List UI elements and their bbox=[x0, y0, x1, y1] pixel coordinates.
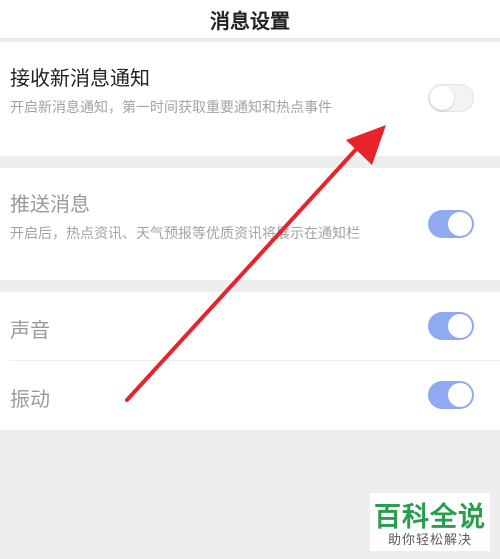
vibrate-row: 振动 bbox=[0, 361, 500, 430]
toggle-knob bbox=[430, 86, 454, 110]
push-row: 推送消息 开启后，热点资讯、天气预报等优质资讯将展示在通知栏 bbox=[0, 168, 500, 280]
watermark-logo: 百科全说 助你轻松解决 bbox=[370, 493, 490, 551]
sound-title: 声音 bbox=[10, 318, 50, 342]
vibrate-toggle[interactable] bbox=[428, 381, 474, 409]
sound-vibrate-card: 声音 振动 bbox=[0, 292, 500, 430]
new-message-title: 接收新消息通知 bbox=[10, 66, 150, 90]
watermark-sub-text: 助你轻松解决 bbox=[387, 533, 472, 548]
toggle-knob bbox=[448, 383, 472, 407]
page-title: 消息设置 bbox=[210, 8, 290, 33]
vibrate-title: 振动 bbox=[10, 387, 50, 411]
new-message-toggle[interactable] bbox=[428, 84, 474, 112]
toggle-knob bbox=[448, 212, 472, 236]
top-bar: 消息设置 bbox=[0, 0, 500, 39]
new-message-desc: 开启新消息通知，第一时间获取重要通知和热点事件 bbox=[10, 100, 332, 116]
push-toggle[interactable] bbox=[428, 210, 474, 238]
toggle-knob bbox=[448, 314, 472, 338]
new-message-row: 接收新消息通知 开启新消息通知，第一时间获取重要通知和热点事件 bbox=[0, 42, 500, 156]
push-title: 推送消息 bbox=[10, 192, 90, 216]
push-desc: 开启后，热点资讯、天气预报等优质资讯将展示在通知栏 bbox=[10, 226, 360, 242]
sound-row: 声音 bbox=[0, 292, 500, 360]
sound-toggle[interactable] bbox=[428, 312, 474, 340]
new-message-card: 接收新消息通知 开启新消息通知，第一时间获取重要通知和热点事件 bbox=[0, 42, 500, 156]
push-card: 推送消息 开启后，热点资讯、天气预报等优质资讯将展示在通知栏 bbox=[0, 168, 500, 280]
